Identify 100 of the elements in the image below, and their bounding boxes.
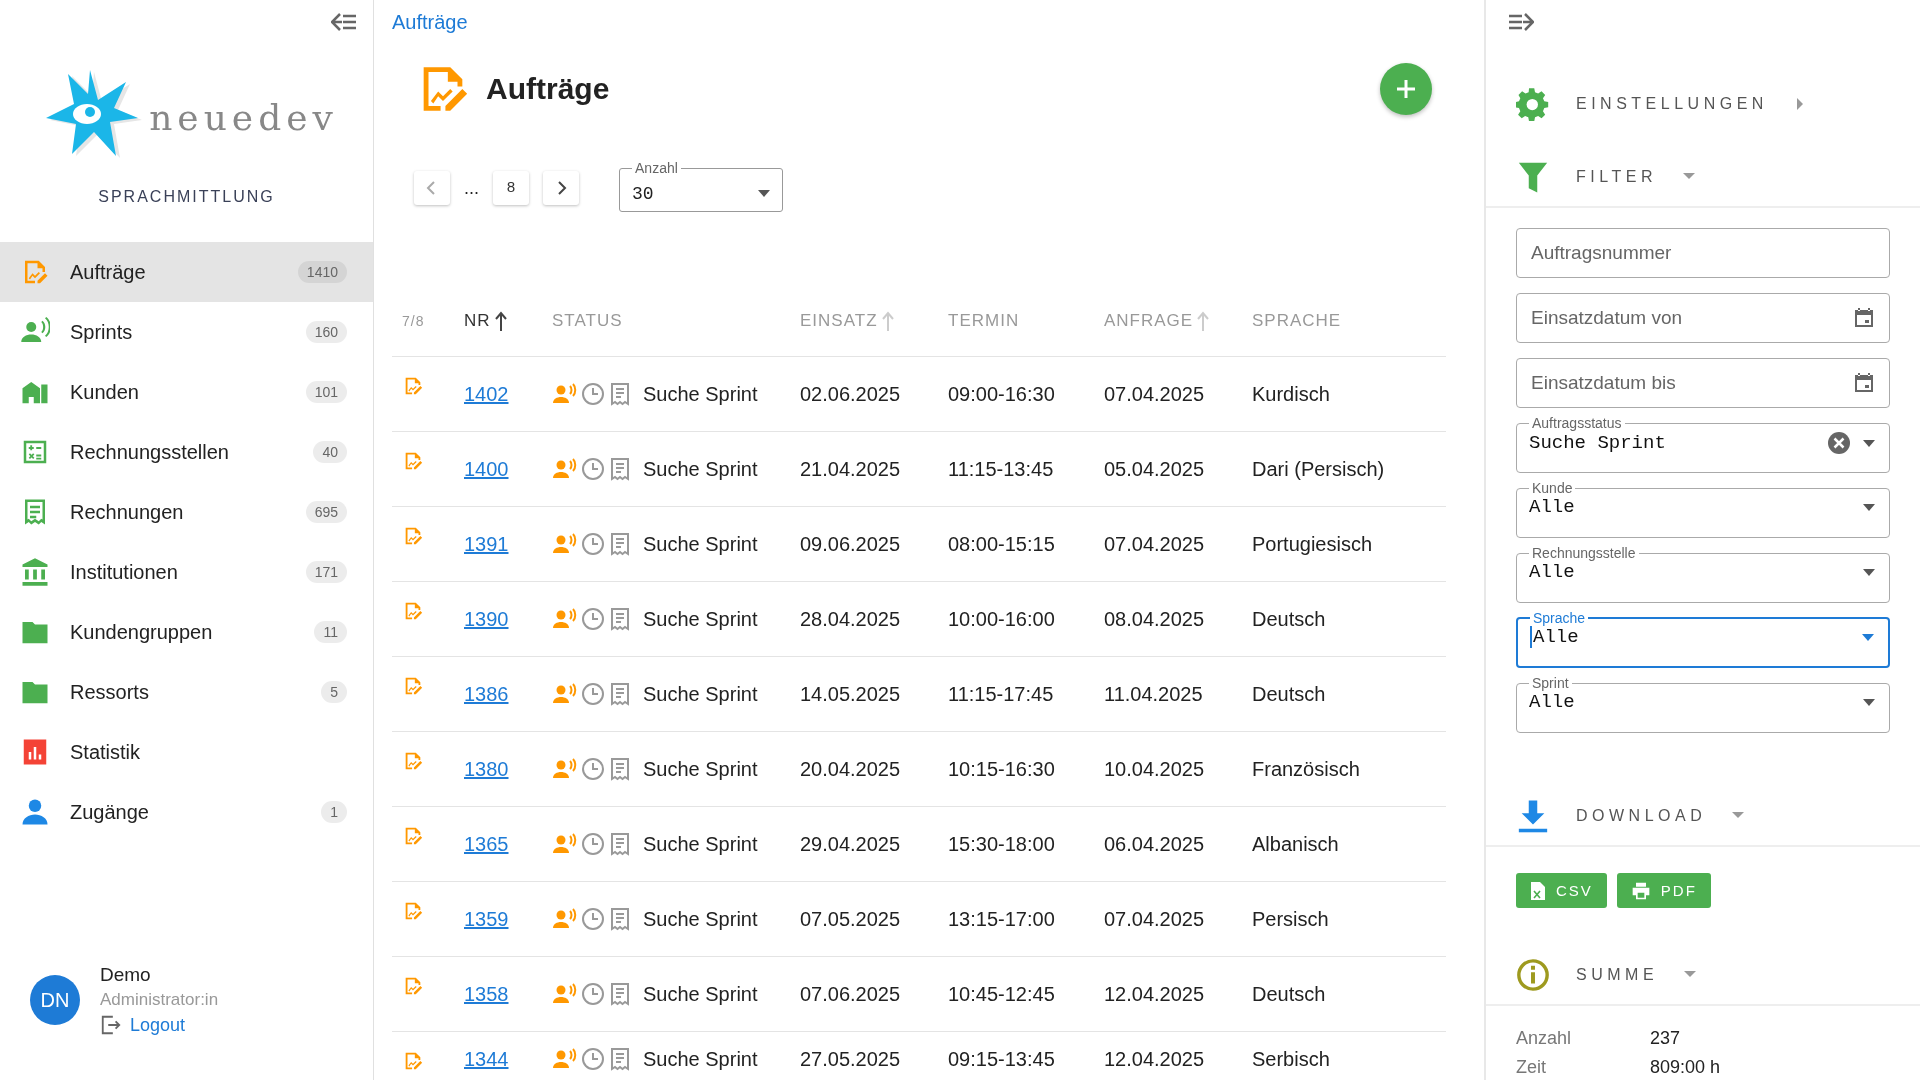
receipt-icon <box>608 832 632 856</box>
table-cell-text: 06.04.2025 <box>1104 832 1206 856</box>
clock-icon <box>581 1047 605 1071</box>
select-field[interactable]: Rechnungsstelle Alle <box>1516 545 1890 603</box>
table-cell-text: 08:00-15:15 <box>948 532 1056 556</box>
select-field[interactable]: Sprache Alle <box>1516 610 1890 668</box>
sidebar-item[interactable]: Rechnungsstellen 40 <box>0 422 373 482</box>
count-badge: 11 <box>314 621 347 643</box>
summary-value: 809:00 h <box>1650 1057 1722 1078</box>
table-cell-text: 10:45-12:45 <box>948 982 1056 1006</box>
order-number-link[interactable]: 1400 <box>464 457 509 481</box>
calendar-icon[interactable] <box>1852 371 1876 395</box>
sidebar-item[interactable]: Zugänge 1 <box>0 782 373 842</box>
select-field[interactable]: Auftragsstatus Suche Sprint <box>1516 415 1890 473</box>
order-number-link[interactable]: 1344 <box>464 1047 509 1071</box>
table-cell-text: 12.04.2025 <box>1104 1047 1206 1071</box>
receipt-icon <box>608 682 632 706</box>
sidebar-item[interactable]: Statistik <box>0 722 373 782</box>
clock-icon <box>581 832 605 856</box>
count-badge: 171 <box>305 561 347 583</box>
status-text: Suche Sprint <box>643 832 758 856</box>
next-page-button[interactable] <box>543 171 579 205</box>
summary-label: Zeit <box>1516 1057 1547 1078</box>
person-speaking-icon <box>552 757 578 781</box>
table-cell-text: 02.06.2025 <box>800 382 902 406</box>
order-number-link[interactable]: 1402 <box>464 382 509 406</box>
order-number-link[interactable]: 1391 <box>464 532 509 556</box>
brand-subtitle: SPRACHMITTLUNG <box>97 188 276 206</box>
expand-panel-icon[interactable] <box>1508 12 1534 32</box>
table-cell-text: 28.04.2025 <box>800 607 902 631</box>
table-cell-text: 07.04.2025 <box>1104 382 1206 406</box>
receipt-icon <box>608 457 632 481</box>
order-number-link[interactable]: 1359 <box>464 907 509 931</box>
date-field[interactable]: Einsatzdatum bis <box>1516 358 1890 408</box>
page-size-select[interactable]: Anzahl 30 <box>619 160 783 212</box>
table-cell-text: 12.04.2025 <box>1104 982 1206 1006</box>
status-text: Suche Sprint <box>643 457 758 481</box>
sidebar-item[interactable]: Aufträge 1410 <box>0 242 373 302</box>
date-field[interactable]: Einsatzdatum von <box>1516 293 1890 343</box>
status-text: Suche Sprint <box>643 982 758 1006</box>
person-speaking-icon <box>552 607 578 631</box>
status-text: Suche Sprint <box>643 1047 758 1071</box>
sidebar-item[interactable]: Sprints 160 <box>0 302 373 362</box>
sidebar-item[interactable]: Kunden 101 <box>0 362 373 422</box>
sidebar-item[interactable]: Institutionen 171 <box>0 542 373 602</box>
table-cell-text: Deutsch <box>1252 682 1327 706</box>
section-header[interactable]: SUMME <box>1486 946 1920 1006</box>
table-cell-text: 13:15-17:00 <box>948 907 1056 931</box>
receipt-icon <box>608 907 632 931</box>
person-speaking-icon <box>552 982 578 1006</box>
section-header[interactable]: FILTER <box>1486 148 1920 208</box>
gear-icon <box>1516 87 1550 121</box>
page-button[interactable]: 8 <box>493 171 529 205</box>
breadcrumb-link[interactable]: Aufträge <box>392 11 468 34</box>
person-speaking-icon <box>552 382 578 406</box>
table-cell-text: 15:30-18:00 <box>948 832 1056 856</box>
order-number-link[interactable]: 1390 <box>464 607 509 631</box>
user-avatar: DN <box>30 975 80 1025</box>
select-field[interactable]: Sprint Alle <box>1516 675 1890 733</box>
table-cell-text: 09:15-13:45 <box>948 1047 1056 1071</box>
receipt-icon <box>608 607 632 631</box>
select-field[interactable]: Kunde Alle <box>1516 480 1890 538</box>
order-number-link[interactable]: 1358 <box>464 982 509 1006</box>
sidebar-item[interactable]: Ressorts 5 <box>0 662 373 722</box>
column-header: STATUS <box>552 311 623 331</box>
table-cell-text: 09:00-16:30 <box>948 382 1056 406</box>
count-badge: 160 <box>305 321 347 343</box>
sidebar-item[interactable]: Rechnungen 695 <box>0 482 373 542</box>
order-number-link[interactable]: 1365 <box>464 832 509 856</box>
summary-value: 237 <box>1650 1028 1682 1049</box>
collapse-menu-icon[interactable] <box>331 12 357 32</box>
text-field[interactable]: Auftragsnummer <box>1516 228 1890 278</box>
column-header[interactable]: NR <box>464 311 491 331</box>
info-icon <box>1516 958 1550 992</box>
table-cell-text: Dari (Persisch) <box>1252 457 1386 481</box>
receipt-icon <box>608 757 632 781</box>
status-text: Suche Sprint <box>643 682 758 706</box>
add-button[interactable] <box>1380 63 1432 115</box>
status-text: Suche Sprint <box>643 532 758 556</box>
section-header[interactable]: EINSTELLUNGEN <box>1486 74 1920 134</box>
sidebar-item[interactable]: Kundengruppen 11 <box>0 602 373 662</box>
table-cell-text: 07.05.2025 <box>800 907 902 931</box>
table-cell-text: 11:15-13:45 <box>948 457 1055 481</box>
order-number-link[interactable]: 1386 <box>464 682 509 706</box>
person-speaking-icon <box>552 682 578 706</box>
caret-down-icon <box>758 190 770 197</box>
order-number-link[interactable]: 1380 <box>464 757 509 781</box>
calendar-icon[interactable] <box>1852 306 1876 330</box>
caret-down-icon <box>1862 633 1874 641</box>
clear-icon[interactable] <box>1827 431 1851 455</box>
section-header[interactable]: DOWNLOAD <box>1486 787 1920 847</box>
sort-arrow-icon[interactable] <box>494 311 507 331</box>
table-cell-text: 27.05.2025 <box>800 1047 902 1071</box>
logout-link[interactable]: Logout <box>100 1014 219 1036</box>
receipt-icon <box>608 1047 632 1071</box>
page-ellipsis: ... <box>464 177 479 199</box>
funnel-icon <box>1516 160 1550 194</box>
table-cell-text: 11:15-17:45 <box>948 682 1055 706</box>
status-text: Suche Sprint <box>643 757 758 781</box>
user-name: Demo <box>100 964 152 986</box>
